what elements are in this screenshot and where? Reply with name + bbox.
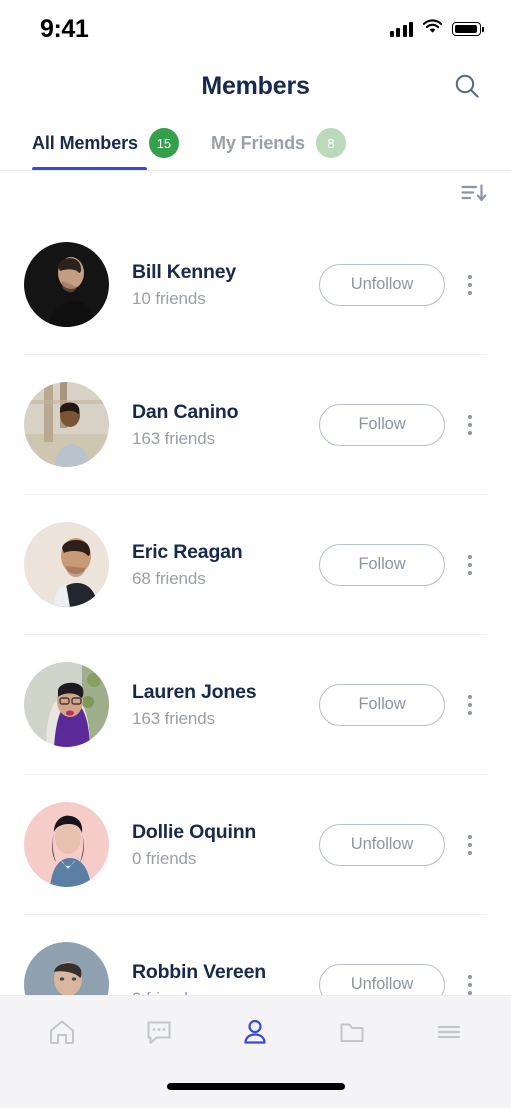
follow-toggle-button[interactable]: Unfollow [319, 823, 445, 866]
status-bar: 9:41 [0, 0, 511, 58]
sort-descending-icon[interactable] [461, 182, 487, 204]
member-name: Dan Canino [132, 400, 239, 423]
avatar [24, 522, 109, 607]
tab-my-friends-label: My Friends [210, 132, 305, 153]
tab-bar-divider [0, 170, 511, 171]
wifi-icon [422, 19, 443, 39]
member-friend-count: 163 friends [132, 428, 216, 448]
members-list: Bill Kenney 10 friends Unfollow Dan Cani… [0, 215, 511, 1055]
follow-toggle-button[interactable]: Follow [319, 683, 445, 726]
tab-all-members-label: All Members [32, 132, 138, 153]
cellular-signal-icon [389, 21, 413, 37]
more-vertical-icon[interactable] [453, 268, 487, 302]
more-vertical-icon[interactable] [453, 408, 487, 442]
avatar [24, 802, 109, 887]
more-vertical-icon[interactable] [453, 828, 487, 862]
avatar [24, 242, 109, 327]
home-icon[interactable] [34, 1008, 90, 1056]
member-friend-count: 10 friends [132, 288, 206, 308]
tab-all-members[interactable]: All Members 15 [32, 128, 179, 171]
app-header: Members [0, 58, 511, 114]
member-info: Bill Kenney 10 friends [132, 261, 319, 309]
follow-toggle-button[interactable]: Unfollow [319, 263, 445, 306]
home-indicator [166, 1083, 345, 1090]
menu-icon[interactable] [421, 1008, 477, 1056]
avatar [24, 382, 109, 467]
page-title: Members [201, 71, 310, 100]
member-info: Lauren Jones 163 friends [132, 681, 319, 729]
member-name: Bill Kenney [132, 260, 236, 283]
search-icon[interactable] [449, 68, 485, 104]
tab-bar: All Members 15 My Friends 8 [0, 128, 511, 171]
list-toolbar [0, 171, 511, 215]
avatar [24, 662, 109, 747]
tab-my-friends-badge: 8 [315, 128, 346, 158]
table-row[interactable]: Lauren Jones 163 friends Follow [24, 635, 487, 775]
member-friend-count: 68 friends [132, 568, 206, 588]
bottom-nav-items [0, 996, 511, 1068]
member-friend-count: 163 friends [132, 708, 216, 728]
table-row[interactable]: Dollie Oquinn 0 friends Unfollow [24, 775, 487, 915]
member-info: Eric Reagan 68 friends [132, 541, 319, 589]
chat-icon[interactable] [131, 1008, 187, 1056]
tab-all-members-badge: 15 [148, 128, 179, 158]
member-name: Eric Reagan [132, 540, 243, 563]
status-bar-time: 9:41 [40, 14, 89, 43]
folder-icon[interactable] [324, 1008, 380, 1056]
status-bar-icons [389, 19, 485, 39]
tab-my-friends[interactable]: My Friends 8 [211, 128, 346, 171]
member-friend-count: 0 friends [132, 848, 197, 868]
member-info: Dollie Oquinn 0 friends [132, 821, 319, 869]
more-vertical-icon[interactable] [453, 688, 487, 722]
follow-toggle-button[interactable]: Follow [319, 403, 445, 446]
person-icon[interactable] [227, 1008, 283, 1056]
table-row[interactable]: Eric Reagan 68 friends Follow [24, 495, 487, 635]
more-vertical-icon[interactable] [453, 548, 487, 582]
member-name: Robbin Vereen [132, 960, 266, 983]
table-row[interactable]: Dan Canino 163 friends Follow [24, 355, 487, 495]
table-row[interactable]: Bill Kenney 10 friends Unfollow [24, 215, 487, 355]
follow-toggle-button[interactable]: Follow [319, 543, 445, 586]
member-name: Dollie Oquinn [132, 820, 257, 843]
member-name: Lauren Jones [132, 680, 257, 703]
member-info: Dan Canino 163 friends [132, 401, 319, 449]
battery-full-icon [452, 22, 485, 36]
bottom-navigation-bar [0, 995, 511, 1108]
